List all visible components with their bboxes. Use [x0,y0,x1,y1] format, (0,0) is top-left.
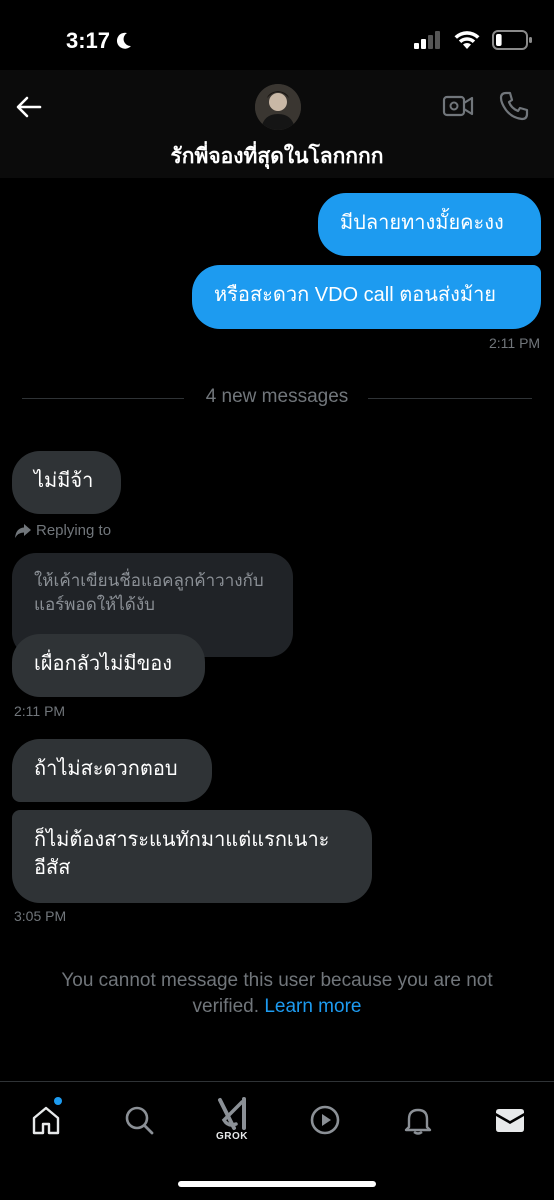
quoted-text: ให้เค้าเขียนชื่อแอคลูกค้าวางกับแอร์พอดให… [34,571,264,614]
home-notification-dot [54,1097,62,1105]
status-bar: 3:17 [0,0,554,80]
sent-message[interactable]: หรือสะดวก VDO call ตอนส่งม้าย [192,265,541,329]
back-button[interactable] [14,92,44,122]
cellular-signal-icon [414,31,440,49]
nav-grok[interactable] [212,1094,252,1134]
message-timestamp: 3:05 PM [14,908,67,924]
voice-call-button[interactable] [498,90,530,122]
avatar[interactable] [255,84,301,130]
message-text: หรือสะดวก VDO call ตอนส่งม้าย [214,284,497,306]
nav-notifications[interactable] [398,1100,438,1140]
home-icon [32,1106,60,1135]
video-call-button[interactable] [442,92,474,120]
received-message[interactable]: ไม่มีจ้า [12,451,121,514]
received-message[interactable]: ถ้าไม่สะดวกตอบ [12,739,212,802]
video-camera-icon [442,95,474,117]
nav-video[interactable] [305,1100,345,1140]
message-text: เผื่อกลัวไม่มีของ [34,653,173,675]
avatar-image [255,84,301,130]
message-text: ไม่มีจ้า [34,470,94,492]
play-circle-icon [310,1105,340,1135]
message-timestamp: 2:11 PM [489,335,541,351]
reply-label-text: Replying to [36,522,112,539]
sent-message[interactable]: มีปลายทางมั้ยคะงง [318,193,541,256]
message-text: ถ้าไม่สะดวกตอบ [34,758,178,780]
message-text: ก็ไม่ต้องสาระแนทักมาแต่แรกเนาะอีสัส [34,829,330,879]
grok-label: GROK [216,1131,248,1142]
reply-arrow-icon [15,523,31,538]
conversation-title[interactable]: รักพี่จองที่สุดในโลกกกก [0,140,554,173]
replying-to-label: Replying to [14,522,111,539]
wifi-icon [454,31,480,49]
status-indicators [414,30,532,50]
home-indicator [178,1181,376,1187]
battery-icon [492,30,532,50]
status-time: 3:17 [66,28,132,54]
search-icon [125,1106,154,1135]
envelope-icon [496,1109,524,1132]
nav-messages[interactable] [490,1100,530,1140]
received-message[interactable]: ก็ไม่ต้องสาระแนทักมาแต่แรกเนาะอีสัส [12,810,372,903]
received-message[interactable]: เผื่อกลัวไม่มีของ [12,634,205,697]
learn-more-link[interactable]: Learn more [264,996,361,1017]
message-text: มีปลายทางมั้ยคะงง [340,212,504,234]
bell-icon [404,1108,432,1135]
grok-icon [218,1097,246,1130]
message-timestamp: 2:11 PM [14,703,66,719]
conversation-header: รักพี่จองที่สุดในโลกกกก [0,70,554,178]
nav-home[interactable] [26,1100,66,1140]
new-messages-divider: 4 new messages [22,386,532,410]
arrow-left-icon [16,96,42,118]
clock-text: 3:17 [66,28,111,53]
phone-icon [499,91,529,121]
cannot-message-notice: You cannot message this user because you… [30,968,524,1020]
nav-search[interactable] [119,1100,159,1140]
moon-icon [117,32,132,49]
divider-label: 4 new messages [205,386,349,407]
